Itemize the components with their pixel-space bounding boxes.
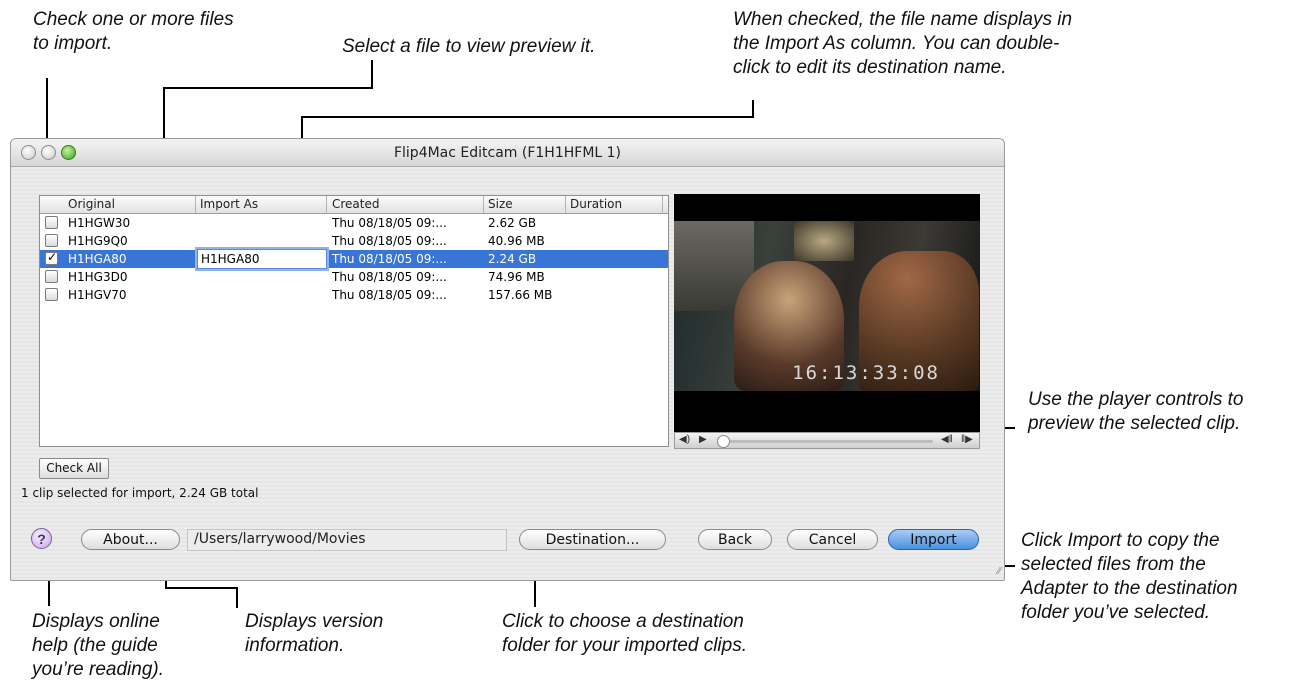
- column-created[interactable]: Created: [332, 197, 380, 211]
- window-title: Flip4Mac Editcam (F1H1HFML 1): [393, 145, 622, 161]
- file-size: 74.96 MB: [488, 270, 545, 284]
- annotation-player-controls: Use the player controls to preview the s…: [1028, 389, 1244, 434]
- table-header: Original Import As Created Size Duration: [40, 196, 668, 214]
- column-duration[interactable]: Duration: [570, 197, 622, 211]
- column-divider: [565, 196, 566, 213]
- play-icon[interactable]: ▶: [699, 434, 707, 445]
- annotation-about: Displays version information.: [245, 611, 384, 656]
- cancel-button[interactable]: Cancel: [787, 529, 878, 550]
- back-button[interactable]: Back: [698, 529, 772, 550]
- destination-button[interactable]: Destination...: [519, 529, 666, 550]
- import-checkbox[interactable]: [45, 234, 58, 247]
- created-date: Thu 08/18/05 09:...: [332, 288, 447, 302]
- title-bar: Flip4Mac Editcam (F1H1HFML 1): [11, 139, 1004, 167]
- editcam-window: Flip4Mac Editcam (F1H1HFML 1) Original I…: [10, 138, 1005, 581]
- destination-path-field: /Users/larrywood/Movies: [187, 529, 507, 551]
- table-row[interactable]: H1HG3D0 Thu 08/18/05 09:... 74.96 MB: [40, 268, 668, 286]
- about-button[interactable]: About...: [81, 529, 180, 550]
- step-forward-icon[interactable]: ‖▶: [961, 434, 973, 445]
- original-name: H1HG9Q0: [68, 234, 128, 248]
- import-checkbox[interactable]: [45, 216, 58, 229]
- created-date: Thu 08/18/05 09:...: [332, 234, 447, 248]
- file-size: 2.62 GB: [488, 216, 537, 230]
- annotation-import: Click Import to copy the selected files …: [1021, 530, 1238, 623]
- step-back-icon[interactable]: ◀‖: [941, 434, 953, 445]
- file-size: 40.96 MB: [488, 234, 545, 248]
- video-preview: 16:13:33:08: [674, 194, 980, 432]
- file-table[interactable]: Original Import As Created Size Duration…: [39, 195, 669, 447]
- check-all-button[interactable]: Check All: [39, 458, 109, 479]
- annotation-when-checked: When checked, the file name displays in …: [733, 9, 1073, 78]
- table-row[interactable]: H1HG9Q0 Thu 08/18/05 09:... 40.96 MB: [40, 232, 668, 250]
- table-row[interactable]: H1HGV70 Thu 08/18/05 09:... 157.66 MB: [40, 286, 668, 304]
- timecode-overlay: 16:13:33:08: [792, 362, 940, 384]
- table-row[interactable]: H1HGW30 Thu 08/18/05 09:... 2.62 GB: [40, 214, 668, 232]
- import-checkbox[interactable]: [45, 270, 58, 283]
- column-divider: [483, 196, 484, 213]
- annotation-select-file: Select a file to view preview it.: [342, 36, 596, 57]
- column-original[interactable]: Original: [68, 197, 115, 211]
- column-divider: [195, 196, 196, 213]
- original-name: H1HG3D0: [68, 270, 128, 284]
- created-date: Thu 08/18/05 09:...: [332, 270, 447, 284]
- help-button[interactable]: ?: [31, 528, 52, 549]
- status-text: 1 clip selected for import, 2.24 GB tota…: [21, 486, 259, 500]
- file-size: 2.24 GB: [488, 252, 537, 266]
- import-button[interactable]: Import: [888, 529, 979, 550]
- file-size: 157.66 MB: [488, 288, 553, 302]
- checkmark-icon: ✓: [47, 250, 58, 264]
- column-divider: [326, 196, 327, 213]
- resize-grip-icon[interactable]: ⁄⁄: [998, 566, 1001, 577]
- scrub-knob[interactable]: [717, 435, 730, 448]
- volume-icon[interactable]: ◀): [679, 434, 690, 445]
- created-date: Thu 08/18/05 09:...: [332, 216, 447, 230]
- table-row-selected[interactable]: ✓ H1HGA80 H1HGA80 Thu 08/18/05 09:... 2.…: [40, 249, 668, 269]
- column-size[interactable]: Size: [488, 197, 513, 211]
- column-import-as[interactable]: Import As: [200, 197, 258, 211]
- import-checkbox[interactable]: [45, 288, 58, 301]
- scrub-track[interactable]: [723, 440, 933, 443]
- original-name: H1HGW30: [68, 216, 131, 230]
- column-divider: [662, 196, 663, 213]
- original-name: H1HGA80: [68, 252, 127, 266]
- annotation-destination: Click to choose a destination folder for…: [502, 611, 747, 656]
- annotation-help: Displays online help (the guide you’re r…: [32, 611, 165, 680]
- original-name: H1HGV70: [68, 288, 127, 302]
- import-checkbox-checked[interactable]: ✓: [45, 250, 58, 265]
- import-as-edit-field[interactable]: H1HGA80: [197, 249, 327, 269]
- created-date: Thu 08/18/05 09:...: [332, 252, 447, 266]
- player-controls: ◀) ▶ ◀‖ ‖▶: [674, 432, 980, 449]
- annotation-check-files: Check one or more files to import.: [33, 9, 234, 54]
